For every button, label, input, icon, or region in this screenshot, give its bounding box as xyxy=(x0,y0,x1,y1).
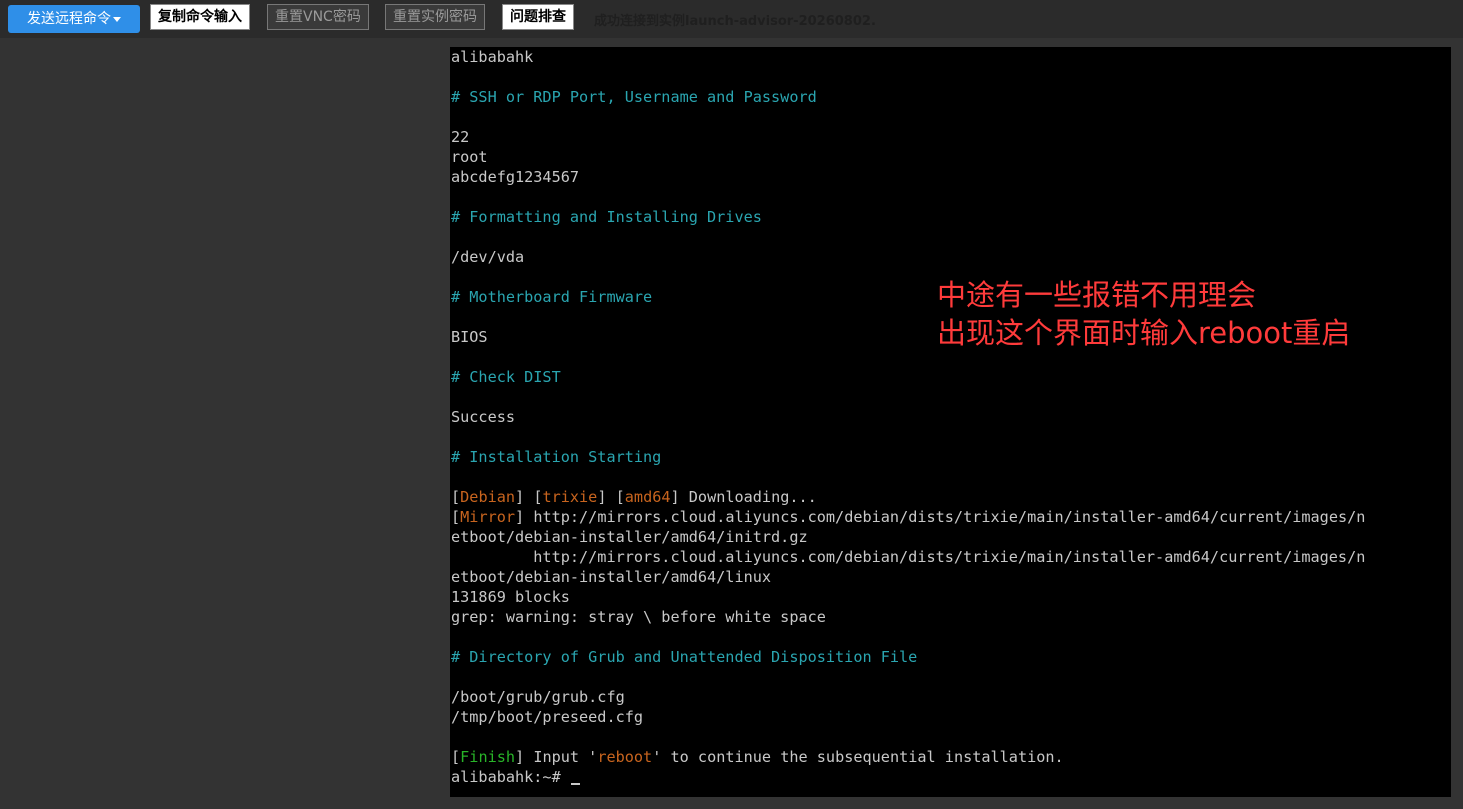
terminal-output: alibabahk # SSH or RDP Port, Username and… xyxy=(451,47,1365,787)
terminal-line: etboot/debian-installer/amd64/linux xyxy=(451,567,1365,587)
connection-status: 成功连接到实例launch-advisor-20260802. xyxy=(594,14,876,29)
terminal-segment: abcdefg1234567 xyxy=(451,168,580,186)
terminal-line: # SSH or RDP Port, Username and Password xyxy=(451,87,1365,107)
annotation-line-1: 中途有一些报错不用理会 xyxy=(937,278,1257,312)
terminal-segment: root xyxy=(451,148,488,166)
terminal-line: Success xyxy=(451,407,1365,427)
text-cursor xyxy=(570,783,580,785)
terminal-segment: [ xyxy=(451,508,461,526)
terminal-segment: ] [ xyxy=(597,488,625,506)
terminal-segment: [ xyxy=(451,488,461,506)
reset-instance-password-button[interactable]: 重置实例密码 xyxy=(385,4,485,30)
terminal-segment: # Check DIST xyxy=(451,368,561,386)
send-remote-command-label: 发送远程命令 xyxy=(27,11,111,27)
annotation: 中途有一些报错不用理会 出现这个界面时输入reboot重启 xyxy=(937,276,1350,352)
terminal-segment: ' to continue the subsequential installa… xyxy=(652,748,1064,766)
terminal-line: alibabahk:~# xyxy=(451,767,1365,787)
terminal-line: [Finish] Input 'reboot' to continue the … xyxy=(451,747,1365,767)
terminal-segment: # SSH or RDP Port, Username and Password xyxy=(451,88,817,106)
vnc-terminal[interactable]: alibabahk # SSH or RDP Port, Username and… xyxy=(450,47,1451,797)
terminal-segment: alibabahk:~# xyxy=(451,768,570,786)
terminal-line: # Formatting and Installing Drives xyxy=(451,207,1365,227)
terminal-segment: ] Downloading... xyxy=(670,488,817,506)
terminal-segment: Success xyxy=(451,408,516,426)
terminal-segment: [ xyxy=(451,748,461,766)
terminal-line: [Debian] [trixie] [amd64] Downloading... xyxy=(451,487,1365,507)
terminal-line: http://mirrors.cloud.aliyuncs.com/debian… xyxy=(451,547,1365,567)
terminal-line: 22 xyxy=(451,127,1365,147)
terminal-segment: # Installation Starting xyxy=(451,448,662,466)
caret-down-icon xyxy=(113,16,121,22)
toolbar: 发送远程命令 复制命令输入 重置VNC密码 重置实例密码 问题排查 成功连接到实… xyxy=(0,0,1463,38)
troubleshoot-button[interactable]: 问题排查 xyxy=(502,4,574,30)
terminal-line: [Mirror] http://mirrors.cloud.aliyuncs.c… xyxy=(451,507,1365,527)
terminal-segment: grep: warning: stray \ before white spac… xyxy=(451,608,826,626)
terminal-line: # Installation Starting xyxy=(451,447,1365,467)
terminal-segment: 22 xyxy=(451,128,470,146)
terminal-segment: trixie xyxy=(542,488,598,506)
annotation-line-2: 出现这个界面时输入reboot重启 xyxy=(937,316,1351,350)
terminal-segment: BIOS xyxy=(451,328,488,346)
terminal-segment: Finish xyxy=(460,748,516,766)
terminal-segment: etboot/debian-installer/amd64/linux xyxy=(451,568,772,586)
terminal-line: alibabahk xyxy=(451,47,1365,67)
terminal-segment: Mirror xyxy=(460,508,516,526)
terminal-segment: etboot/debian-installer/amd64/initrd.gz xyxy=(451,528,808,546)
send-remote-command-button[interactable]: 发送远程命令 xyxy=(8,5,140,33)
terminal-line: # Directory of Grub and Unattended Dispo… xyxy=(451,647,1365,667)
terminal-line: grep: warning: stray \ before white spac… xyxy=(451,607,1365,627)
terminal-segment: /tmp/boot/preseed.cfg xyxy=(451,708,644,726)
terminal-line: abcdefg1234567 xyxy=(451,167,1365,187)
terminal-segment: ] [ xyxy=(515,488,543,506)
terminal-line: /dev/vda xyxy=(451,247,1365,267)
terminal-segment: ] Input ' xyxy=(515,748,598,766)
reset-vnc-password-button[interactable]: 重置VNC密码 xyxy=(267,4,369,30)
copy-command-input-button[interactable]: 复制命令输入 xyxy=(150,4,250,30)
terminal-line: 131869 blocks xyxy=(451,587,1365,607)
terminal-segment: # Motherboard Firmware xyxy=(451,288,653,306)
terminal-segment: http://mirrors.cloud.aliyuncs.com/debian… xyxy=(451,548,1366,566)
terminal-line: root xyxy=(451,147,1365,167)
terminal-segment: ] http://mirrors.cloud.aliyuncs.com/debi… xyxy=(515,508,1366,526)
terminal-segment: 131869 blocks xyxy=(451,588,570,606)
terminal-segment: # Directory of Grub and Unattended Dispo… xyxy=(451,648,918,666)
terminal-segment: amd64 xyxy=(624,488,671,506)
terminal-segment: /dev/vda xyxy=(451,248,525,266)
terminal-line: /boot/grub/grub.cfg xyxy=(451,687,1365,707)
terminal-segment: reboot xyxy=(597,748,653,766)
terminal-line: /tmp/boot/preseed.cfg xyxy=(451,707,1365,727)
terminal-line: # Check DIST xyxy=(451,367,1365,387)
terminal-line: etboot/debian-installer/amd64/initrd.gz xyxy=(451,527,1365,547)
terminal-segment: alibabahk xyxy=(451,48,534,66)
terminal-segment: /boot/grub/grub.cfg xyxy=(451,688,625,706)
terminal-segment: # Formatting and Installing Drives xyxy=(451,208,762,226)
terminal-segment: Debian xyxy=(460,488,516,506)
